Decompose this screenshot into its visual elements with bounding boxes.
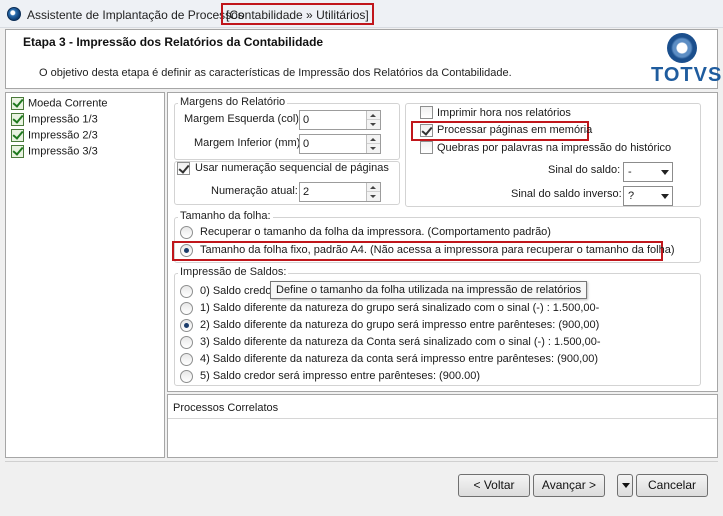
sequential-numbering-checkbox[interactable] bbox=[177, 162, 190, 175]
current-number-value: 2 bbox=[303, 186, 310, 198]
balance-radio-1[interactable] bbox=[180, 302, 193, 315]
totvs-logo-icon bbox=[667, 33, 697, 63]
margins-legend: Margens do Relatório bbox=[178, 96, 288, 108]
step-label: Moeda Corrente bbox=[28, 97, 108, 110]
cancel-button[interactable]: Cancelar bbox=[636, 474, 708, 497]
bottom-margin-value: 0 bbox=[303, 138, 310, 150]
balance-sign-select[interactable]: - bbox=[623, 162, 673, 182]
balance-option-4: 4) Saldo diferente da natureza da conta … bbox=[200, 353, 599, 365]
steps-list: Moeda Corrente Impressão 1/3 Impressão 2… bbox=[5, 92, 165, 458]
inverse-sign-label: Sinal do saldo inverso: bbox=[511, 188, 622, 200]
bottom-margin-stepper[interactable]: 0 bbox=[299, 134, 381, 154]
balance-radio-2[interactable] bbox=[180, 319, 193, 332]
bottom-margin-label: Margem Inferior (mm): bbox=[194, 137, 304, 149]
step-item-moeda-corrente[interactable]: Moeda Corrente bbox=[11, 97, 108, 113]
word-break-checkbox[interactable] bbox=[420, 141, 433, 154]
next-button[interactable]: Avançar > bbox=[533, 474, 605, 497]
window-title: Assistente de Implantação de Processos bbox=[27, 8, 244, 22]
print-time-label: Imprimir hora nos relatórios bbox=[437, 107, 571, 119]
related-processes-panel: Processos Correlatos bbox=[167, 394, 718, 458]
back-button[interactable]: < Voltar bbox=[458, 474, 530, 497]
main-panel: Margens do Relatório Margem Esquerda (co… bbox=[167, 92, 718, 392]
balances-legend: Impressão de Saldos: bbox=[178, 266, 289, 278]
sheet-size-option-a4: Tamanho da folha fixo, padrão A4. (Não a… bbox=[200, 244, 675, 256]
step-label: Impressão 2/3 bbox=[28, 129, 98, 142]
check-icon bbox=[11, 97, 24, 110]
balance-option-0: 0) Saldo credor bbox=[200, 285, 276, 297]
decrement-icon[interactable] bbox=[367, 120, 380, 129]
balance-radio-4[interactable] bbox=[180, 353, 193, 366]
window-title-path: [Contabilidade » Utilitários] bbox=[221, 3, 374, 25]
balance-option-5: 5) Saldo credor será impresso entre parê… bbox=[200, 370, 481, 382]
sheet-size-option-printer: Recuperar o tamanho da folha da impresso… bbox=[200, 226, 551, 238]
tooltip: Define o tamanho da folha utilizada na i… bbox=[270, 281, 588, 299]
word-break-label: Quebras por palavras na impressão do his… bbox=[437, 142, 672, 154]
decrement-icon[interactable] bbox=[367, 192, 380, 201]
increment-icon[interactable] bbox=[367, 135, 380, 144]
step-description: O objetivo desta etapa é definir as cara… bbox=[39, 67, 512, 79]
inverse-sign-value: ? bbox=[628, 190, 635, 202]
step-label: Impressão 3/3 bbox=[28, 145, 98, 158]
app-icon bbox=[7, 7, 21, 21]
sheet-size-radio-a4[interactable] bbox=[180, 244, 193, 257]
chevron-down-icon bbox=[661, 194, 669, 199]
totvs-logo-text: TOTVS bbox=[651, 64, 723, 86]
balance-option-2: 2) Saldo diferente da natureza do grupo … bbox=[200, 319, 600, 331]
sheet-size-radio-printer[interactable] bbox=[180, 226, 193, 239]
process-memory-checkbox[interactable] bbox=[420, 124, 433, 137]
related-processes-title: Processos Correlatos bbox=[173, 402, 279, 414]
balance-sign-label: Sinal do saldo: bbox=[548, 164, 621, 176]
balance-radio-0[interactable] bbox=[180, 285, 193, 298]
check-icon bbox=[11, 113, 24, 126]
step-title: Etapa 3 - Impressão dos Relatórios da Co… bbox=[23, 35, 324, 49]
balance-sign-value: - bbox=[628, 166, 632, 178]
increment-icon[interactable] bbox=[367, 183, 380, 192]
options-menu-button[interactable] bbox=[617, 474, 633, 497]
step-item-impressao-2[interactable]: Impressão 2/3 bbox=[11, 129, 98, 145]
balance-option-3: 3) Saldo diferente da natureza da Conta … bbox=[200, 336, 601, 348]
step-label: Impressão 1/3 bbox=[28, 113, 98, 126]
related-processes-header: Processos Correlatos bbox=[168, 395, 717, 419]
divider bbox=[5, 461, 718, 462]
wizard-header: Etapa 3 - Impressão dos Relatórios da Co… bbox=[5, 29, 721, 89]
sequential-numbering-label: Usar numeração sequencial de páginas bbox=[195, 162, 391, 174]
check-icon bbox=[11, 145, 24, 158]
sheet-size-legend: Tamanho da folha: bbox=[178, 210, 273, 222]
inverse-sign-select[interactable]: ? bbox=[623, 186, 673, 206]
step-item-impressao-1[interactable]: Impressão 1/3 bbox=[11, 113, 98, 129]
check-icon bbox=[11, 129, 24, 142]
balance-option-1: 1) Saldo diferente da natureza do grupo … bbox=[200, 302, 600, 314]
left-margin-value: 0 bbox=[303, 114, 310, 126]
print-time-checkbox[interactable] bbox=[420, 106, 433, 119]
current-number-stepper[interactable]: 2 bbox=[299, 182, 381, 202]
current-number-label: Numeração atual: bbox=[211, 185, 298, 197]
chevron-down-icon bbox=[661, 170, 669, 175]
increment-icon[interactable] bbox=[367, 111, 380, 120]
process-memory-label: Processar páginas em memória bbox=[437, 124, 593, 136]
left-margin-stepper[interactable]: 0 bbox=[299, 110, 381, 130]
step-item-impressao-3[interactable]: Impressão 3/3 bbox=[11, 145, 98, 161]
balance-radio-3[interactable] bbox=[180, 336, 193, 349]
left-margin-label: Margem Esquerda (col): bbox=[184, 113, 302, 125]
balance-radio-5[interactable] bbox=[180, 370, 193, 383]
decrement-icon[interactable] bbox=[367, 144, 380, 153]
